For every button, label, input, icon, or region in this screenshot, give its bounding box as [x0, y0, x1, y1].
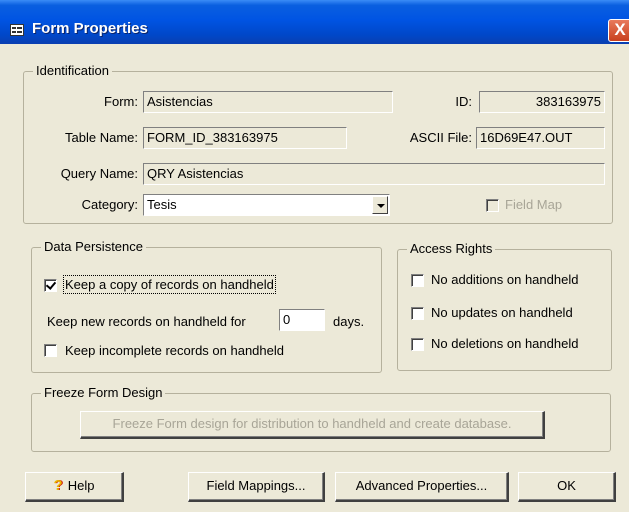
query-name-label: Query Name: [60, 166, 138, 181]
keep-incomplete-checkbox[interactable] [44, 344, 57, 357]
no-deletions-checkbox[interactable] [411, 338, 424, 351]
category-label: Category: [81, 197, 138, 212]
form-label: Form: [104, 94, 138, 109]
keep-copy-checkbox[interactable] [44, 279, 57, 292]
category-value: Tesis [147, 197, 177, 212]
help-icon: ? [53, 477, 63, 494]
table-name-label: Table Name: [65, 130, 138, 145]
no-updates-checkbox[interactable] [411, 307, 424, 320]
table-name-field[interactable]: FORM_ID_383163975 [143, 127, 347, 149]
no-additions-checkbox[interactable] [411, 274, 424, 287]
keep-incomplete-label[interactable]: Keep incomplete records on handheld [65, 343, 284, 358]
form-icon [10, 24, 24, 36]
keep-days-input[interactable]: 0 [279, 309, 325, 331]
identification-legend: Identification [33, 63, 112, 78]
no-additions-label[interactable]: No additions on handheld [431, 272, 578, 287]
keep-new-label: Keep new records on handheld for [47, 314, 246, 329]
data-persistence-legend: Data Persistence [41, 239, 146, 254]
category-dropdown[interactable]: Tesis [143, 194, 390, 216]
help-label: Help [67, 478, 95, 493]
ok-button[interactable]: OK [518, 472, 616, 502]
no-updates-label[interactable]: No updates on handheld [431, 305, 573, 320]
dropdown-arrow-icon[interactable] [372, 196, 388, 214]
ascii-file-label: ASCII File: [409, 130, 472, 145]
help-button[interactable]: ? Help [25, 472, 124, 502]
field-mappings-button[interactable]: Field Mappings... [188, 472, 325, 502]
freeze-form-button[interactable]: Freeze Form design for distribution to h… [80, 411, 545, 439]
field-map-checkbox[interactable] [486, 199, 499, 212]
form-name-field[interactable]: Asistencias [143, 91, 393, 113]
query-name-field[interactable]: QRY Asistencias [143, 163, 605, 185]
access-rights-legend: Access Rights [407, 241, 496, 256]
days-label: days. [333, 314, 365, 329]
advanced-properties-button[interactable]: Advanced Properties... [335, 472, 509, 502]
ascii-file-field[interactable]: 16D69E47.OUT [476, 127, 605, 149]
close-button[interactable]: X [608, 19, 629, 42]
id-field[interactable]: 383163975 [479, 91, 605, 113]
no-deletions-label[interactable]: No deletions on handheld [431, 336, 578, 351]
title-bar: Form Properties X [0, 0, 629, 44]
keep-copy-label[interactable]: Keep a copy of records on handheld [63, 275, 276, 294]
field-map-label: Field Map [505, 197, 563, 212]
window-title: Form Properties [32, 20, 148, 37]
freeze-form-legend: Freeze Form Design [41, 385, 166, 400]
id-label: ID: [455, 94, 472, 109]
